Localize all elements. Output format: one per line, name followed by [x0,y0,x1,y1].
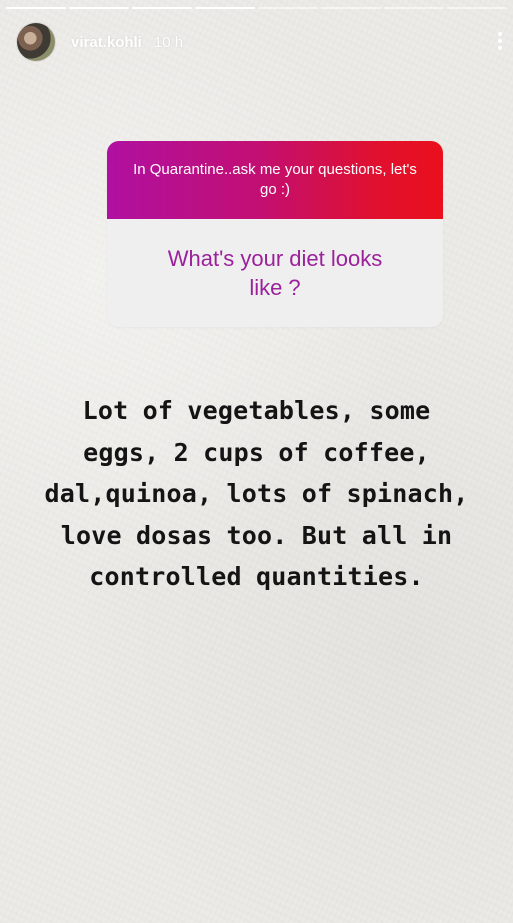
progress-segment [6,7,66,9]
progress-segment [132,7,192,9]
time-ago: 10 h [153,33,184,51]
more-options-icon[interactable] [497,32,503,50]
avatar[interactable] [17,23,55,61]
question-prompt: In Quarantine..ask me your questions, le… [107,141,443,219]
answer-text: Lot of vegetables, some eggs, 2 cups of … [44,396,469,591]
more-options-dot [498,39,502,43]
more-options-dot [498,32,502,36]
progress-segment [447,7,507,9]
question-sticker[interactable]: In Quarantine..ask me your questions, le… [107,141,443,327]
progress-segment [321,7,381,9]
question-text: What's your diet looks like ? [107,219,443,327]
progress-segment [69,7,129,9]
username[interactable]: virat.kohli [71,34,142,51]
story-progress-bar [6,7,507,9]
story-header: virat.kohli 10 h [17,22,507,62]
progress-segment [258,7,318,9]
progress-segment [195,7,255,9]
progress-segment [384,7,444,9]
more-options-dot [498,46,502,50]
